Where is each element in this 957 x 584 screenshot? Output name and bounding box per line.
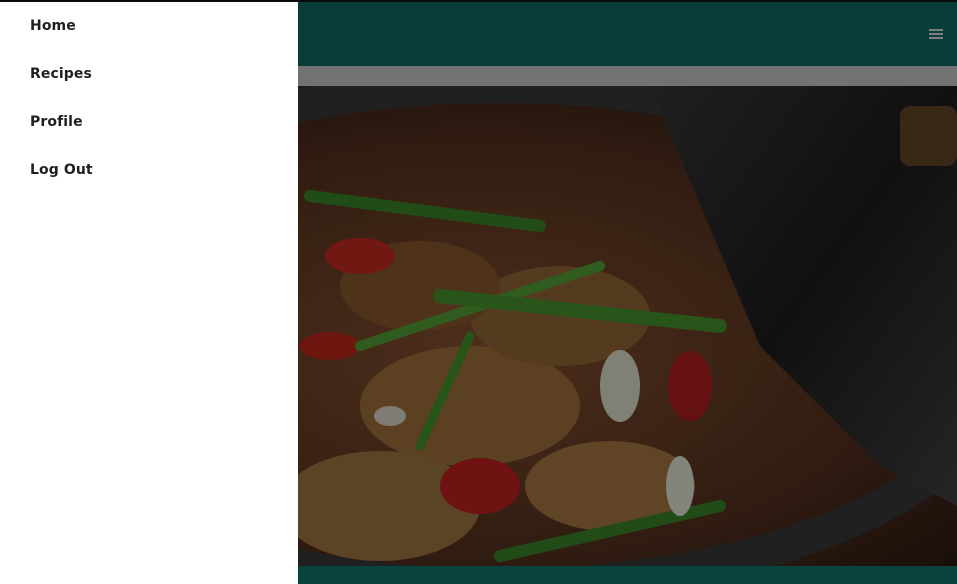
side-drawer: Home Recipes Profile Log Out	[0, 2, 298, 584]
nav-item-home[interactable]: Home	[30, 18, 76, 34]
nav-item-logout[interactable]: Log Out	[30, 162, 93, 178]
nav-item-profile[interactable]: Profile	[30, 114, 83, 130]
nav-item-recipes[interactable]: Recipes	[30, 66, 92, 82]
window-top-border	[0, 0, 957, 2]
